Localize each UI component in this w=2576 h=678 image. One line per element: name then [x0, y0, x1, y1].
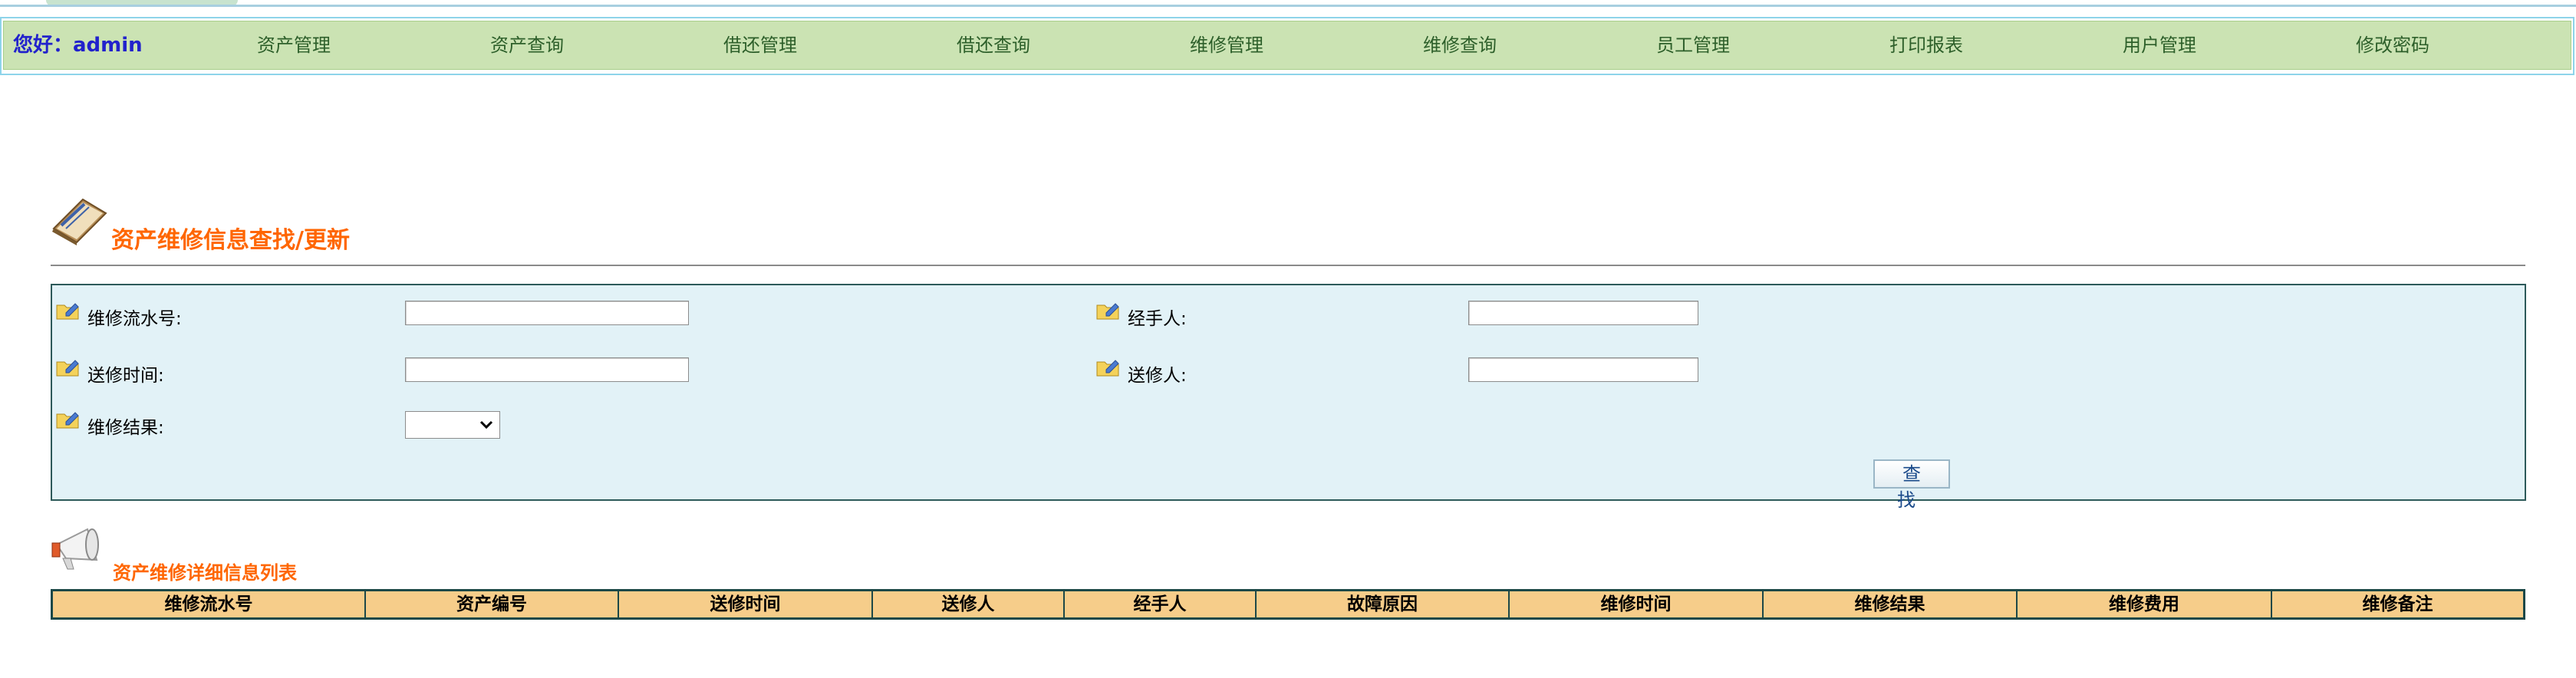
- page-title: 资产维修信息查找/更新: [111, 227, 350, 254]
- nav-item-print-reports[interactable]: 打印报表: [1834, 21, 2018, 69]
- repair-list-table-header: 维修流水号 资产编号 送修时间 送修人 经手人 故障原因 维修时间 维修结果 维…: [51, 589, 2525, 620]
- folder-edit-icon: [1095, 299, 1120, 321]
- send-time-label: 送修时间:: [87, 366, 164, 386]
- title-divider: [51, 265, 2525, 266]
- nav-item-asset-query[interactable]: 资产查询: [435, 21, 619, 69]
- find-button[interactable]: 查 找: [1873, 459, 1950, 511]
- nav-item-borrow-return-management[interactable]: 借还管理: [668, 21, 852, 69]
- nav-item-employee-management[interactable]: 员工管理: [1601, 21, 1785, 69]
- handler-input[interactable]: [1468, 301, 1698, 325]
- nav-item-repair-query[interactable]: 维修查询: [1368, 21, 1552, 69]
- nav-item-change-password[interactable]: 修改密码: [2301, 21, 2485, 69]
- repair-no-input[interactable]: [405, 301, 689, 325]
- nav-item-borrow-return-query[interactable]: 借还查询: [901, 21, 1085, 69]
- top-banner-strip: [0, 0, 2576, 12]
- nav-item-user-management[interactable]: 用户管理: [2067, 21, 2252, 69]
- column-header: 维修时间: [1510, 591, 1764, 617]
- chevron-down-icon: [479, 420, 493, 430]
- repair-result-label: 维修结果:: [87, 418, 164, 438]
- search-panel: 维修流水号: 经手人: 送修时间: 送修人: 维修结果: 查 找: [51, 284, 2526, 511]
- column-header: 送修时间: [619, 591, 873, 617]
- nav-item-repair-management[interactable]: 维修管理: [1135, 21, 1319, 69]
- column-header: 维修备注: [2362, 594, 2433, 614]
- list-title: 资产维修详细信息列表: [113, 562, 297, 584]
- sender-label: 送修人:: [1128, 366, 1187, 386]
- banner-border: [0, 5, 2576, 7]
- greeting-text: 您好：admin: [13, 34, 143, 57]
- folder-edit-icon: [55, 408, 80, 430]
- send-time-input[interactable]: [405, 357, 689, 382]
- sender-input[interactable]: [1468, 357, 1698, 382]
- megaphone-icon: [49, 525, 109, 572]
- folder-edit-icon: [55, 356, 80, 377]
- column-header: 故障原因: [1257, 591, 1510, 617]
- nav-bar-frame: 您好：admin 资产管理 资产查询 借还管理 借还查询 维修管理 维修查询 员…: [0, 17, 2574, 75]
- nav-bar: 您好：admin 资产管理 资产查询 借还管理 借还查询 维修管理 维修查询 员…: [3, 21, 2571, 70]
- folder-edit-icon: [55, 299, 80, 321]
- repair-no-label: 维修流水号:: [87, 309, 182, 329]
- nav-item-asset-management[interactable]: 资产管理: [202, 21, 386, 69]
- handler-label: 经手人:: [1128, 309, 1187, 329]
- column-header: 维修结果: [1764, 591, 2018, 617]
- column-header: 维修流水号: [53, 591, 366, 617]
- notebook-icon: [49, 195, 109, 245]
- column-header: 经手人: [1065, 591, 1257, 617]
- column-header: 送修人: [873, 591, 1065, 617]
- repair-result-select[interactable]: [405, 411, 500, 439]
- column-header: 维修费用: [2018, 591, 2272, 617]
- folder-edit-icon: [1095, 356, 1120, 377]
- column-header: 资产编号: [366, 591, 619, 617]
